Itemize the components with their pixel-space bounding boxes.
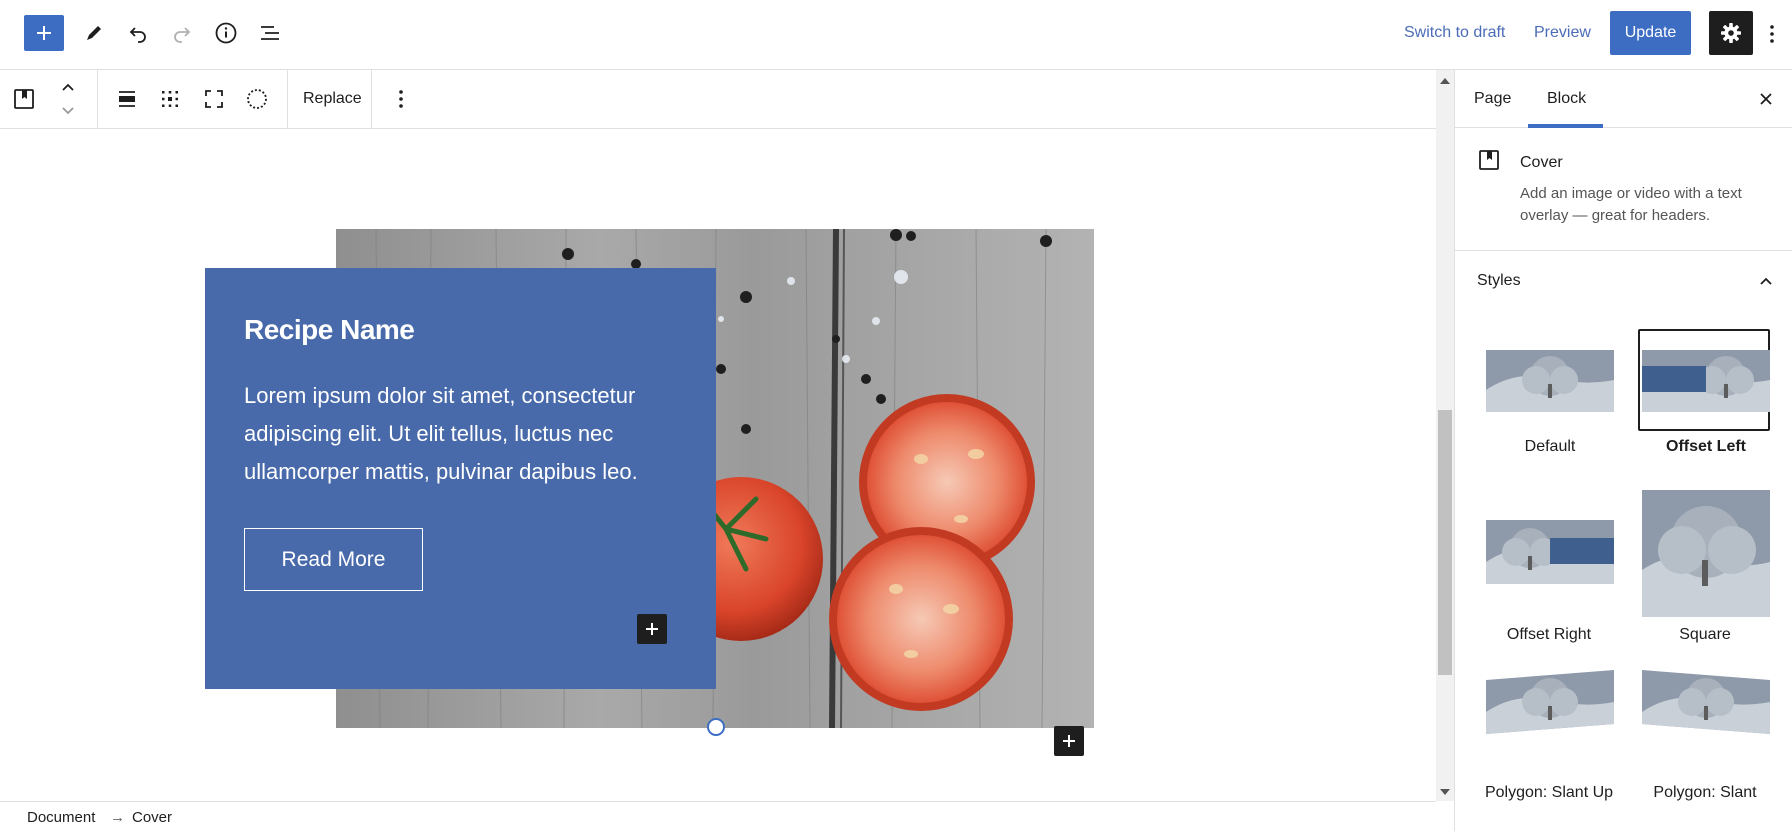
position-grid-icon (162, 91, 178, 107)
update-button[interactable]: Update (1610, 11, 1691, 55)
fullscreen-icon (205, 90, 223, 108)
style-option-offset-left[interactable]: Offset Left (1638, 329, 1772, 480)
style-option-offset-right[interactable] (1484, 490, 1616, 640)
move-up-button[interactable] (53, 76, 83, 98)
editor-header: Switch to draft Preview Update (0, 0, 1792, 70)
settings-sidebar: Page Block Cover Add an image or video w… (1454, 70, 1792, 831)
style-label: Offset Left (1666, 438, 1746, 455)
read-more-button[interactable]: Read More (244, 528, 423, 591)
list-view-button[interactable] (250, 15, 290, 51)
replace-group: Replace (288, 70, 372, 128)
breadcrumb-cover: Cover (132, 809, 173, 826)
list-view-icon (261, 26, 279, 40)
styles-panel-toggle[interactable] (1753, 268, 1779, 294)
style-label-offset-right: Offset Right (1506, 626, 1592, 643)
recipe-description[interactable]: Lorem ipsum dolor sit amet, consectetur … (244, 377, 664, 491)
more-vertical-icon (399, 90, 403, 108)
style-thumb-default (1486, 350, 1614, 412)
scrollbar-thumb[interactable] (1438, 410, 1452, 675)
style-thumb-offset-left (1642, 350, 1770, 412)
breadcrumb-document[interactable]: Document (27, 809, 95, 826)
recipe-title[interactable]: Recipe Name (244, 314, 415, 346)
more-vertical-icon (1770, 25, 1774, 43)
style-thumb-square (1642, 490, 1770, 617)
cover-block-icon (14, 89, 34, 109)
redo-button[interactable] (162, 15, 202, 51)
switch-to-draft-button[interactable]: Switch to draft (1404, 24, 1505, 42)
add-block-inner-button[interactable] (637, 614, 667, 644)
editor-canvas: Recipe Name Lorem ipsum dolor sit amet, … (0, 129, 1436, 801)
block-controls-group (98, 70, 288, 128)
options-button[interactable] (1762, 20, 1782, 48)
cover-block-icon (1477, 148, 1501, 177)
resize-handle[interactable] (707, 718, 725, 736)
duotone-button[interactable] (242, 84, 272, 114)
scroll-down-arrow[interactable] (1440, 789, 1450, 795)
style-thumb-offset-right (1486, 520, 1614, 584)
redo-icon (174, 27, 191, 43)
style-label-polygon-slant: Polygon: Slant (1653, 784, 1757, 801)
chevron-down-icon (62, 107, 74, 115)
breadcrumb-separator: → (110, 809, 125, 826)
style-thumb-polygon-slant-up (1486, 670, 1614, 734)
block-options-button[interactable] (386, 84, 416, 114)
tab-block[interactable]: Block (1547, 90, 1586, 108)
settings-button[interactable] (1709, 11, 1753, 55)
cover-overlay-card[interactable]: Recipe Name Lorem ipsum dolor sit amet, … (205, 268, 716, 689)
styles-panel-heading[interactable]: Styles (1477, 272, 1521, 290)
block-toolbar: Replace (0, 70, 1436, 129)
block-breadcrumb-bar: Document → Cover (0, 801, 1436, 831)
sidebar-tabs: Page Block (1455, 70, 1792, 128)
style-label: Default (1524, 438, 1576, 455)
block-card: Cover Add an image or video with a text … (1455, 128, 1792, 251)
chevron-up-icon (62, 83, 74, 91)
scroll-up-arrow[interactable] (1440, 78, 1450, 84)
style-option-default[interactable]: Default (1484, 330, 1616, 480)
block-type-button[interactable] (9, 84, 39, 114)
block-switcher-group (0, 70, 98, 128)
content-position-button[interactable] (155, 84, 185, 114)
undo-icon (129, 27, 146, 43)
plus-icon (646, 623, 658, 635)
details-button[interactable] (206, 15, 246, 51)
style-option-square[interactable] (1640, 490, 1772, 640)
preview-button[interactable]: Preview (1534, 24, 1591, 42)
close-sidebar-button[interactable] (1753, 86, 1779, 112)
block-inserter-button[interactable] (24, 15, 64, 51)
style-label-polygon-slant-up: Polygon: Slant Up (1484, 784, 1614, 801)
move-down-button[interactable] (53, 100, 83, 122)
pencil-icon (87, 26, 101, 40)
plus-icon (37, 26, 51, 40)
align-button[interactable] (112, 84, 142, 114)
canvas-scrollbar[interactable] (1436, 70, 1454, 801)
block-card-title: Cover (1520, 154, 1563, 171)
duotone-circle-icon (247, 89, 267, 109)
chevron-up-icon (1760, 277, 1772, 285)
info-icon (215, 22, 237, 44)
undo-button[interactable] (118, 15, 158, 51)
close-icon (1760, 93, 1772, 105)
replace-button[interactable]: Replace (303, 90, 362, 108)
style-label-square: Square (1679, 626, 1731, 643)
add-block-after-button[interactable] (1054, 726, 1084, 756)
tools-button[interactable] (74, 15, 114, 51)
style-thumb-polygon-slant (1642, 670, 1770, 734)
full-height-button[interactable] (199, 84, 229, 114)
block-card-description: Add an image or video with a text overla… (1520, 185, 1742, 224)
align-wide-icon (119, 91, 135, 107)
gear-icon (1721, 23, 1741, 43)
plus-icon (1063, 735, 1075, 747)
tab-page[interactable]: Page (1474, 90, 1511, 108)
